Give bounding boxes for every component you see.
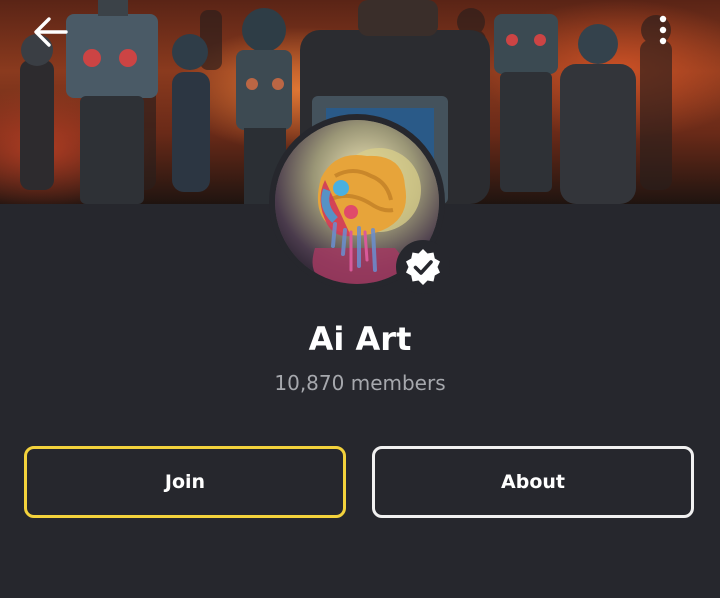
verified-badge-icon [406,249,440,285]
more-vertical-icon [659,15,667,45]
member-count: 10,870 members [274,371,446,395]
verified-badge [396,240,450,294]
back-button[interactable] [32,16,72,56]
arrow-left-icon [34,17,68,47]
join-button[interactable]: Join [24,446,346,518]
about-button[interactable]: About [372,446,694,518]
group-name: Ai Art [308,320,412,358]
more-options-button[interactable] [658,14,692,58]
